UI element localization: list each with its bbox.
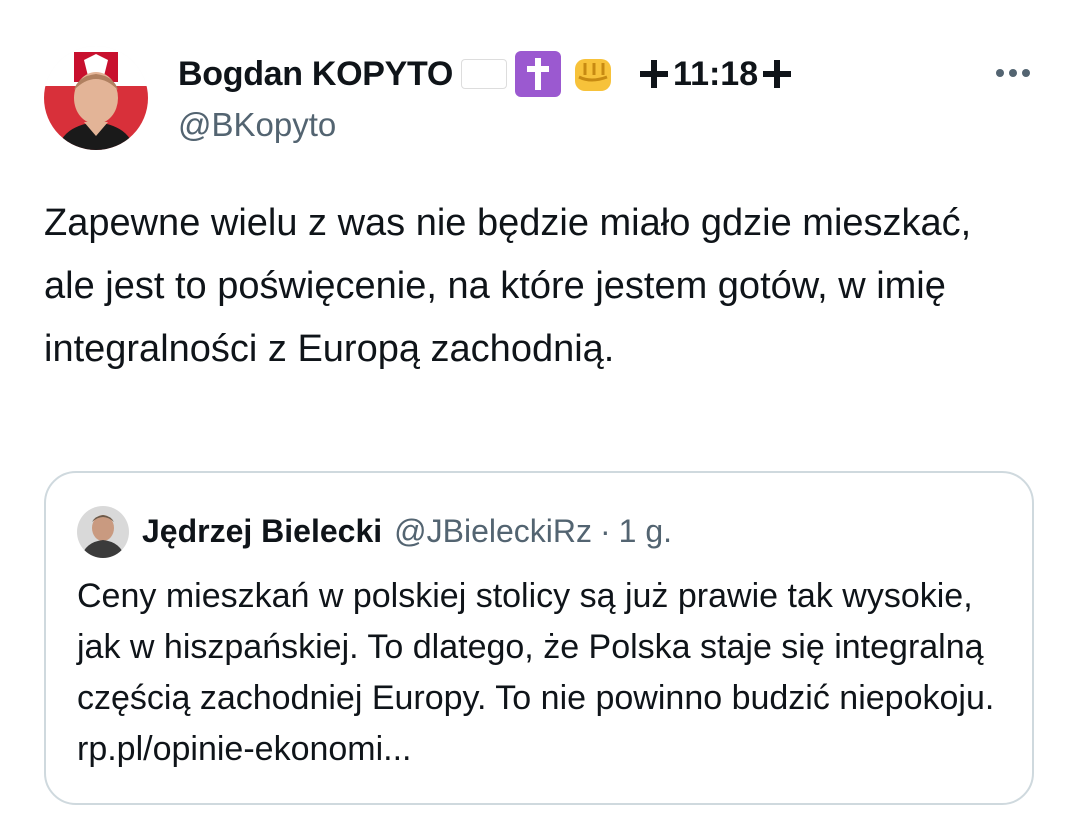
- author-name[interactable]: Bogdan KOPYTO: [178, 55, 453, 94]
- avatar-image: [44, 46, 148, 150]
- quoted-author-avatar: [77, 506, 129, 558]
- author-avatar[interactable]: [44, 46, 148, 150]
- separator-dot: ·: [600, 512, 611, 549]
- author-handle[interactable]: @BKopyto: [178, 106, 336, 144]
- author-name-row: Bogdan KOPYTO 11:18: [178, 51, 794, 97]
- raised-fist-icon: [569, 51, 615, 97]
- plus-cross-icon: [640, 60, 669, 88]
- latin-cross-icon: [515, 51, 562, 97]
- name-suffix-text: 11:18: [673, 54, 759, 93]
- quoted-author-name: Jędrzej Bielecki: [142, 512, 383, 549]
- quoted-author-handle: @JBieleckiRz: [394, 512, 592, 549]
- avatar-image: [77, 506, 129, 558]
- plus-cross-icon: [763, 60, 792, 88]
- ellipsis-horizontal-icon: [996, 69, 1030, 77]
- name-suffix: 11:18: [637, 55, 794, 94]
- more-options-button[interactable]: [988, 58, 1038, 88]
- tweet-text: Zapewne wielu z was nie będzie miało gdz…: [44, 202, 972, 370]
- poland-flag-icon: [461, 59, 507, 89]
- quoted-tweet-card[interactable]: Jędrzej Bielecki @JBieleckiRz · 1 g. Cen…: [44, 471, 1034, 805]
- quoted-tweet-text: Ceny mieszkań w polskiej stolicy są już …: [77, 577, 995, 768]
- quoted-timestamp: 1 g.: [618, 512, 673, 549]
- quoted-author-row: Jędrzej Bielecki @JBieleckiRz · 1 g.: [142, 509, 672, 553]
